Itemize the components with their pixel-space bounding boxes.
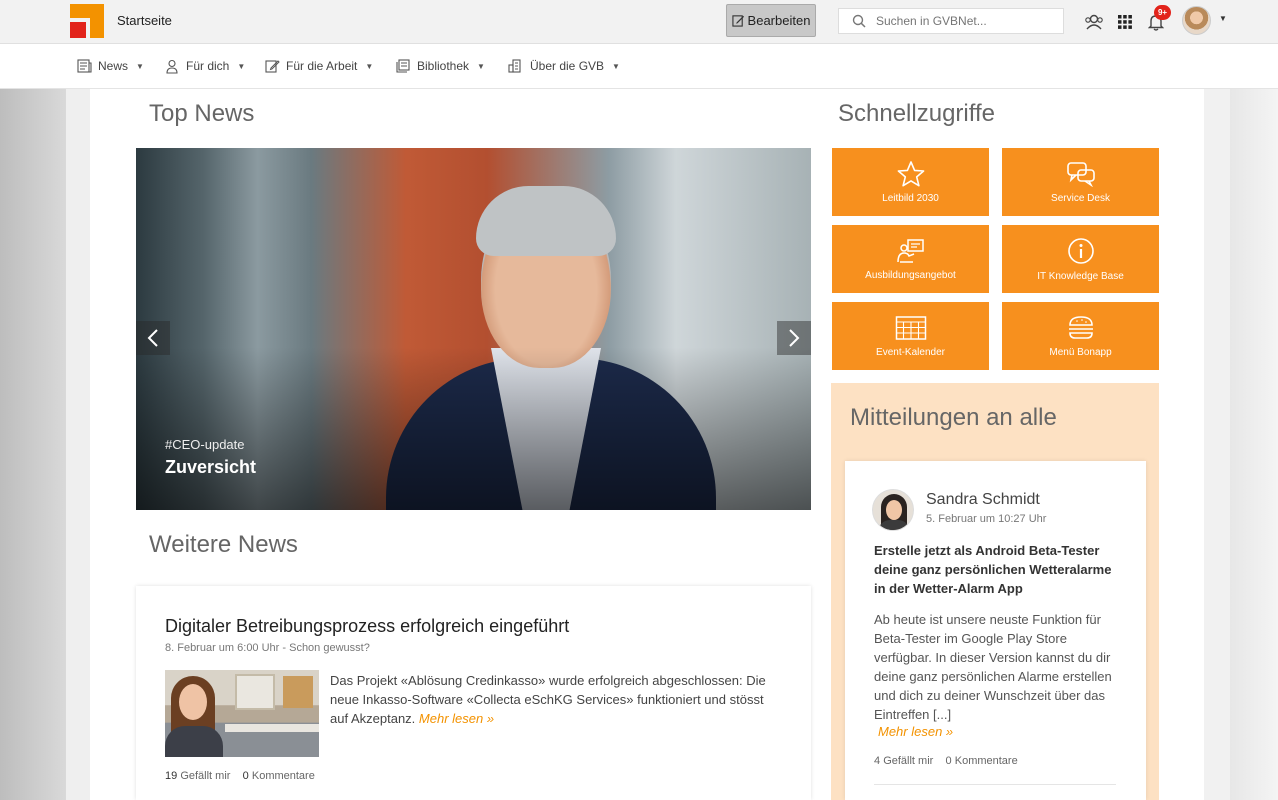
announcement-date: 5. Februar um 10:27 Uhr: [926, 513, 1047, 525]
tile-service-desk[interactable]: Service Desk: [1002, 148, 1159, 216]
nav-item-label: Für die Arbeit: [286, 59, 358, 73]
gvb-logo[interactable]: [70, 4, 104, 38]
hero-prev-button[interactable]: [136, 321, 170, 355]
hero-slide-image[interactable]: [136, 148, 811, 510]
page-background-right: [1230, 89, 1278, 800]
chevron-right-icon: [789, 329, 800, 347]
tile-label: Event-Kalender: [876, 346, 945, 358]
person-icon: [166, 59, 178, 74]
author-avatar[interactable]: [872, 489, 914, 531]
news-article-image[interactable]: [165, 670, 319, 757]
chevron-left-icon: [147, 329, 158, 347]
like-button[interactable]: Gefällt mir: [883, 755, 933, 767]
nav-item-fuer-dich[interactable]: Für dich ▼: [165, 57, 245, 75]
tile-label: Menü Bonapp: [1049, 346, 1112, 358]
comments-count: 0: [945, 755, 952, 767]
nav-item-bibliothek[interactable]: Bibliothek ▼: [396, 57, 485, 75]
info-icon: [1067, 237, 1094, 264]
page-background-gutter-right: [1204, 89, 1230, 800]
news-article-title[interactable]: Digitaler Betreibungsprozess erfolgreich…: [165, 616, 569, 637]
edit-button[interactable]: Bearbeiten: [726, 4, 816, 37]
chat-icon: [1066, 161, 1095, 187]
user-avatar[interactable]: [1182, 6, 1211, 35]
news-article-excerpt: Das Projekt «Ablösung Credinkasso» wurde…: [330, 671, 782, 728]
building-icon: [508, 59, 521, 73]
announcement-read-more-link[interactable]: Mehr lesen »: [878, 724, 953, 739]
edit-icon: [731, 15, 744, 27]
chevron-down-icon: ▼: [477, 61, 485, 71]
nav-item-label: Bibliothek: [417, 59, 470, 73]
page-background-left: [0, 89, 66, 800]
top-bar: Startseite Bearbeiten 9+ ▼: [0, 0, 1278, 44]
chevron-down-icon: ▼: [612, 61, 620, 71]
search-input[interactable]: [876, 14, 1056, 28]
chevron-down-icon: ▼: [136, 61, 144, 71]
likes-count: 4: [874, 755, 881, 767]
tile-menue-bonapp[interactable]: Menü Bonapp: [1002, 302, 1159, 370]
comments-count: 0: [242, 770, 249, 782]
tile-label: Service Desk: [1051, 192, 1110, 204]
nav-item-label: Für dich: [186, 59, 230, 73]
nav-item-label: Über die GVB: [530, 59, 605, 73]
news-article-text: Das Projekt «Ablösung Credinkasso» wurde…: [330, 673, 766, 726]
people-icon[interactable]: [1083, 11, 1105, 33]
like-button[interactable]: Gefällt mir: [180, 770, 230, 782]
main-nav: News ▼ Für dich ▼ Für die Arbeit ▼ Bibli…: [0, 44, 1278, 89]
notifications-badge: 9+: [1154, 5, 1171, 20]
tile-it-knowledge-base[interactable]: IT Knowledge Base: [1002, 225, 1159, 293]
nav-item-label: News: [98, 59, 129, 73]
news-article-meta: 8. Februar um 6:00 Uhr - Schon gewusst?: [165, 642, 370, 654]
search-box[interactable]: [838, 8, 1064, 34]
chevron-down-icon: ▼: [237, 61, 246, 71]
comments-link[interactable]: Kommentare: [252, 770, 315, 782]
tile-leitbild-2030[interactable]: Leitbild 2030: [832, 148, 989, 216]
nav-item-ueber-die-gvb[interactable]: Über die GVB ▼: [508, 57, 620, 75]
calendar-icon: [895, 315, 926, 340]
newspaper-icon: [77, 59, 92, 73]
burger-icon: [1068, 315, 1093, 339]
tile-ausbildungsangebot[interactable]: Ausbildungsangebot: [832, 225, 989, 293]
nav-item-news[interactable]: News ▼: [77, 57, 144, 75]
announcement-author[interactable]: Sandra Schmidt: [926, 491, 1040, 509]
announcement-text: Ab heute ist unsere neuste Funktion für …: [874, 612, 1112, 722]
announcement-stats: 4 Gefällt mir 0 Kommentare: [874, 755, 1018, 767]
tile-label: Leitbild 2030: [882, 192, 939, 204]
announcement-title[interactable]: Erstelle jetzt als Android Beta-Tester d…: [874, 541, 1124, 598]
comments-link[interactable]: Kommentare: [955, 755, 1018, 767]
more-news-title: Weitere News: [149, 531, 298, 558]
app-launcher-icon[interactable]: [1114, 11, 1136, 33]
nav-item-fuer-die-arbeit[interactable]: Für die Arbeit ▼: [265, 57, 373, 75]
search-icon: [852, 14, 866, 28]
edit-icon: [265, 60, 280, 73]
chevron-down-icon: ▼: [365, 61, 374, 71]
quick-access-title: Schnellzugriffe: [838, 100, 995, 127]
hero-slide-title[interactable]: Zuversicht: [165, 457, 256, 478]
edit-button-label: Bearbeiten: [747, 13, 811, 28]
top-news-title: Top News: [149, 100, 255, 127]
announcements-title: Mitteilungen an alle: [850, 404, 1057, 431]
star-icon: [897, 160, 924, 186]
news-article-stats: 19 Gefällt mir 0 Kommentare: [165, 770, 315, 782]
chevron-down-icon[interactable]: ▼: [1219, 14, 1227, 23]
tile-event-kalender[interactable]: Event-Kalender: [832, 302, 989, 370]
likes-count: 19: [165, 770, 178, 782]
tile-label: IT Knowledge Base: [1037, 270, 1124, 282]
site-title[interactable]: Startseite: [117, 13, 172, 28]
news-read-more-link[interactable]: Mehr lesen »: [419, 711, 494, 726]
page-background-gutter-left: [66, 89, 90, 800]
tile-label: Ausbildungsangebot: [865, 269, 956, 281]
hero-slide-tag[interactable]: #CEO-update: [165, 437, 245, 452]
library-icon: [396, 59, 410, 73]
presentation-icon: [896, 238, 924, 263]
divider: [874, 784, 1116, 785]
hero-next-button[interactable]: [777, 321, 811, 355]
